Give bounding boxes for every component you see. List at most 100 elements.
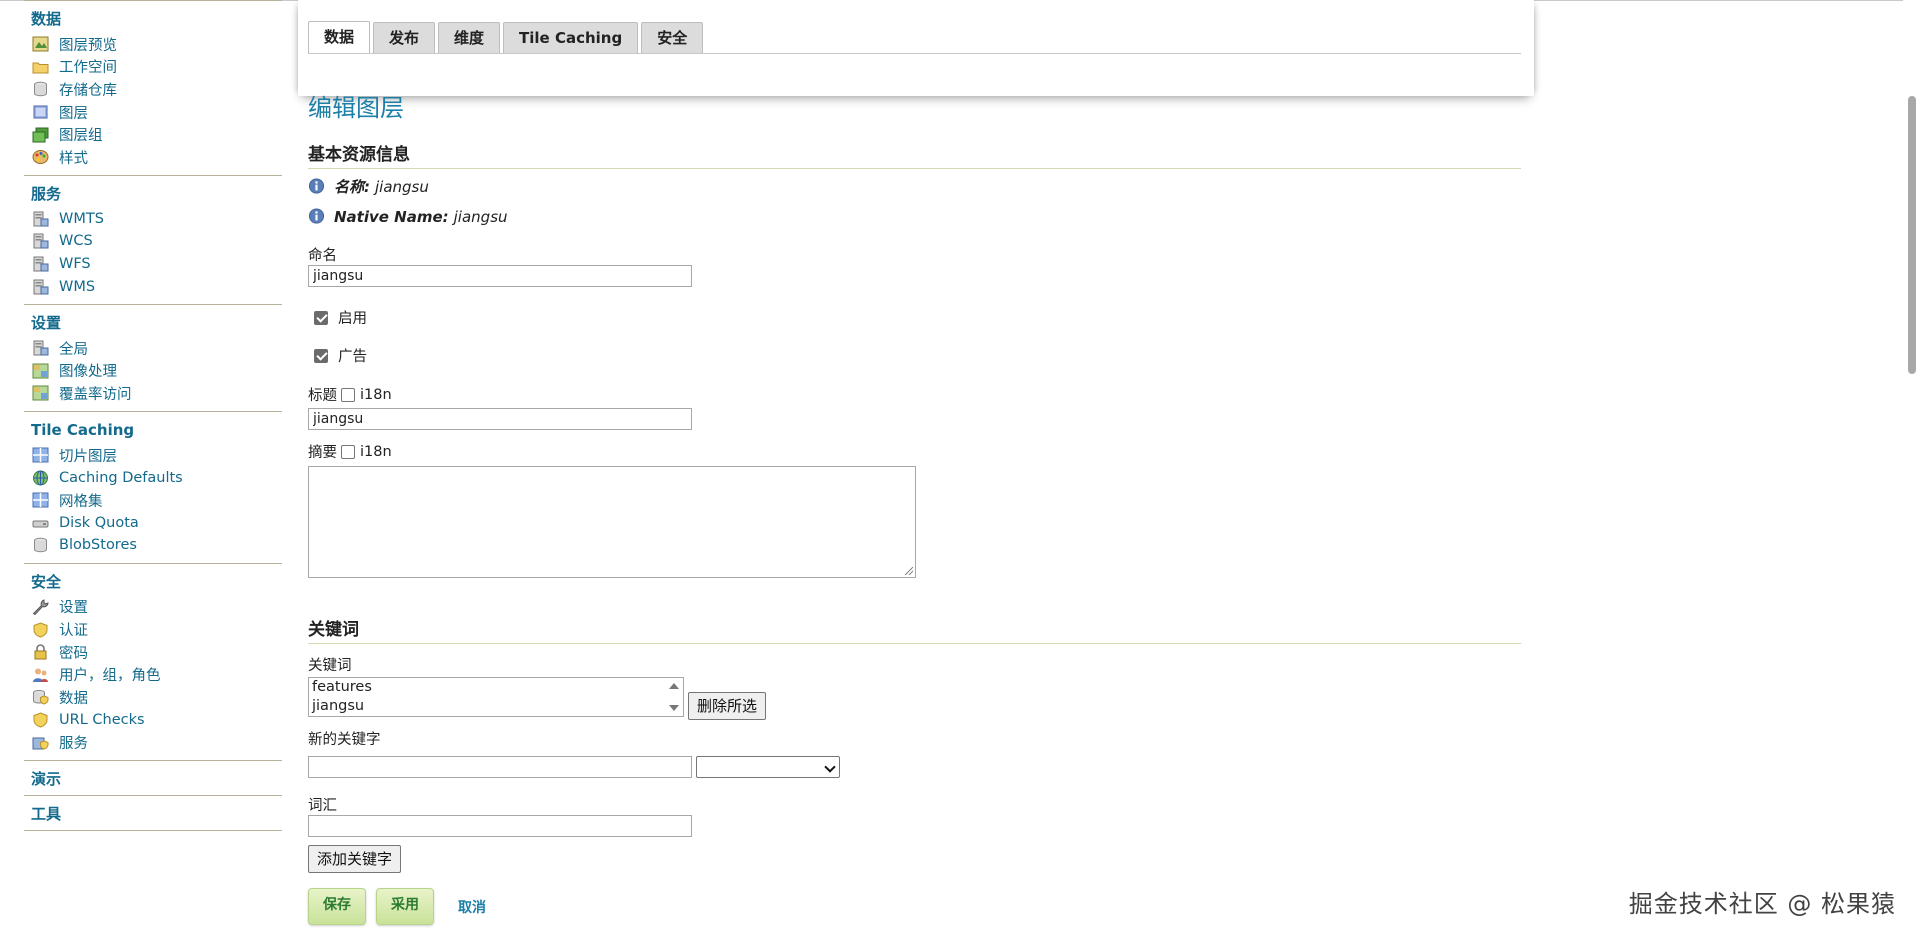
grid-icon [32,492,49,508]
sidebar-item[interactable]: 覆盖率访问 [24,382,282,405]
sidebar-item[interactable]: WCS [24,230,282,253]
sidebar-item[interactable]: BlobStores [24,534,282,557]
sidebar-item[interactable]: WMS [24,275,282,298]
sidebar-item[interactable]: Disk Quota [24,512,282,535]
sidebar-item[interactable]: 用户，组，角色 [24,663,282,686]
keyword-option[interactable]: features [309,678,683,697]
tab[interactable]: Tile Caching [503,22,639,53]
remove-selected-button[interactable]: 删除所选 [688,692,767,720]
sidebar-section-title[interactable]: 设置 [24,313,282,333]
sidebar-item-label: 存储仓库 [59,82,117,99]
tab[interactable]: 发布 [373,22,436,53]
sidebar-section-title[interactable]: 服务 [24,184,282,204]
cancel-link[interactable]: 取消 [458,897,486,917]
new-keyword-input[interactable] [308,756,692,778]
vocabulary-input[interactable] [308,815,692,837]
palette-icon [32,149,49,165]
sidebar-item[interactable]: 密码 [24,641,282,664]
advertised-checkbox[interactable] [314,348,328,363]
listbox-scrollbar[interactable] [667,678,683,716]
database-icon [32,537,49,553]
sidebar-item[interactable]: 图层预览 [24,33,282,56]
sidebar-item[interactable]: 网格集 [24,489,282,512]
sidebar-section: 演示 [24,761,282,795]
sidebar-item[interactable]: 全局 [24,337,282,360]
scrollbar-thumb[interactable] [1908,96,1916,374]
name-info: 名称: jiangsu [308,176,429,197]
abstract-i18n-checkbox[interactable] [341,444,355,459]
server-icon [32,256,49,272]
sidebar-item-label: 图像处理 [59,364,117,381]
sidebar-item-label: 全局 [59,341,88,358]
map-icon [32,385,49,401]
keywords-listbox[interactable]: features jiangsu [308,677,684,717]
new-keyword-label: 新的关键字 [308,732,381,748]
scroll-up-icon[interactable] [669,683,679,689]
scroll-down-icon[interactable] [669,705,679,711]
title-i18n-checkbox[interactable] [341,387,355,402]
vocabulary-label: 词汇 [308,798,337,814]
sidebar-item[interactable]: 设置 [24,596,282,619]
language-select[interactable] [696,756,840,778]
sidebar-item-label: Caching Defaults [59,469,183,486]
sidebar-item-label: 工作空间 [59,60,117,77]
sidebar-item[interactable]: WMTS [24,208,282,231]
apply-button[interactable]: 采用 [376,888,434,925]
add-keyword-button[interactable]: 添加关键字 [308,845,402,873]
abstract-textarea[interactable] [308,466,916,578]
naming-label: 命名 [308,248,337,264]
sidebar-section-title[interactable]: 安全 [24,572,282,592]
sidebar-section: 服务 WMTS WCS WFS WMS [24,176,282,304]
tab-divider [308,53,1521,54]
sidebar-item[interactable]: WFS [24,253,282,276]
tab[interactable]: 安全 [641,22,704,53]
sidebar-item-label: 认证 [59,623,88,640]
sidebar-item[interactable]: 认证 [24,618,282,641]
sidebar-item-label: 图层 [59,105,88,122]
page-scrollbar[interactable] [1903,0,1920,937]
native-name-info: Native Name: jiangsu [308,208,508,226]
page-title: 编辑图层 [308,94,404,122]
title-i18n-label: i18n [360,386,392,403]
sidebar-item[interactable]: Caching Defaults [24,466,282,489]
sidebar-item[interactable]: 切片图层 [24,444,282,467]
keywords-list-label: 关键词 [308,658,352,674]
sidebar-item-label: WCS [59,233,93,250]
advertised-row: 广告 [314,345,367,366]
naming-input[interactable] [308,265,692,287]
tab[interactable]: 数据 [308,21,371,53]
sidebar-item[interactable]: 图层 [24,101,282,124]
sidebar-item[interactable]: 工作空间 [24,56,282,79]
title-label: 标题 [308,388,337,404]
sidebar-section: 数据图层预览工作空间存储仓库图层图层组 样式 [24,1,282,175]
resize-grip-icon[interactable] [905,567,913,575]
sidebar-item[interactable]: 图像处理 [24,360,282,383]
wrench-icon [32,599,49,615]
sidebar-item-label: 图层组 [59,128,103,145]
sidebar-section-title[interactable]: 演示 [24,769,282,789]
tab[interactable]: 维度 [438,22,501,53]
save-button[interactable]: 保存 [308,888,366,925]
sidebar-section-title[interactable]: 工具 [24,804,282,824]
service-security-icon [32,735,49,751]
sidebar-section-title[interactable]: Tile Caching [24,420,282,440]
sidebar-item-label: 切片图层 [59,448,117,465]
sidebar-item[interactable]: URL Checks [24,709,282,732]
sidebar-item[interactable]: 存储仓库 [24,78,282,101]
keyword-option[interactable]: jiangsu [309,697,683,716]
sidebar-item[interactable]: 样式 [24,146,282,169]
sidebar-item[interactable]: 服务 [24,731,282,754]
tab-bar: 数据 发布 维度 Tile Caching 安全 [308,21,704,53]
sidebar-section-title[interactable]: 数据 [24,9,282,29]
native-name-value: jiangsu [453,208,508,226]
server-icon [32,211,49,227]
sidebar-item[interactable]: 图层组 [24,123,282,146]
sidebar-item-label: BlobStores [59,537,137,554]
shield-icon [32,622,49,638]
title-input[interactable] [308,408,692,430]
sidebar-item-label: 网格集 [59,493,103,510]
sidebar-item[interactable]: 数据 [24,686,282,709]
enabled-checkbox[interactable] [314,310,328,325]
advertised-label: 广告 [338,349,367,365]
enabled-label: 启用 [338,311,367,327]
